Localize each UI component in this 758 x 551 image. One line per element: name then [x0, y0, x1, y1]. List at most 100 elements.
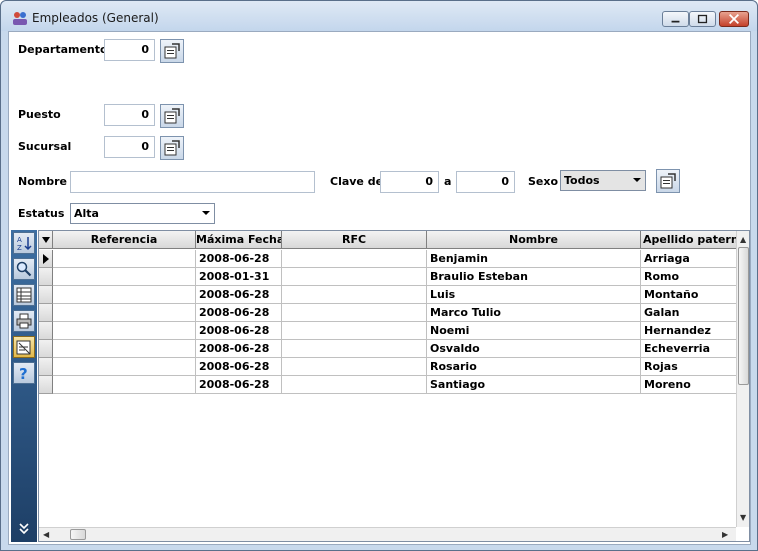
maximize-button[interactable] — [689, 11, 716, 27]
cell-rfc[interactable] — [282, 340, 427, 358]
cell-nombre[interactable]: Rosario — [427, 358, 641, 376]
cell-nombre[interactable]: Luis — [427, 286, 641, 304]
column-header-fecha[interactable]: Máxima Fecha — [196, 231, 282, 249]
cell-rfc[interactable] — [282, 304, 427, 322]
cell-fecha[interactable]: 2008-06-28 — [196, 250, 282, 268]
row-indicator[interactable] — [39, 268, 53, 286]
cell-fecha[interactable]: 2008-06-28 — [196, 322, 282, 340]
row-indicator[interactable] — [39, 340, 53, 358]
cell-nombre[interactable]: Marco Tulio — [427, 304, 641, 322]
vertical-scroll-thumb[interactable] — [738, 247, 749, 385]
row-indicator[interactable] — [39, 322, 53, 340]
table-row[interactable]: 2008-01-31 Braulio Esteban Romo — [53, 268, 739, 286]
puesto-lookup-button[interactable] — [160, 104, 184, 128]
cell-rfc[interactable] — [282, 376, 427, 394]
cell-referencia[interactable] — [53, 376, 196, 394]
cell-referencia[interactable] — [53, 340, 196, 358]
cell-referencia[interactable] — [53, 304, 196, 322]
table-row[interactable]: 2008-06-28 Rosario Rojas — [53, 358, 739, 376]
column-header-nombre[interactable]: Nombre — [427, 231, 641, 249]
column-header-apellido[interactable]: Apellido paterno — [641, 231, 739, 249]
cell-rfc[interactable] — [282, 286, 427, 304]
estatus-select[interactable]: Alta — [70, 203, 215, 224]
nombre-input[interactable] — [70, 171, 315, 193]
scroll-down-icon[interactable]: ▼ — [740, 513, 746, 523]
cell-nombre[interactable]: Osvaldo — [427, 340, 641, 358]
clave-to-input[interactable]: 0 — [456, 171, 515, 193]
cell-fecha[interactable]: 2008-06-28 — [196, 358, 282, 376]
clave-from-input[interactable]: 0 — [380, 171, 439, 193]
table-row[interactable]: 2008-06-28 Noemi Hernandez — [53, 322, 739, 340]
cell-apellido[interactable]: Romo — [641, 268, 739, 286]
title-bar[interactable]: Empleados (General) — [1, 1, 757, 31]
cell-apellido[interactable]: Arriaga — [641, 250, 739, 268]
cell-apellido[interactable]: Echeverria — [641, 340, 739, 358]
cell-nombre[interactable]: Benjamin — [427, 250, 641, 268]
maximize-icon — [697, 14, 708, 24]
sucursal-lookup-button[interactable] — [160, 136, 184, 160]
cell-nombre[interactable]: Santiago — [427, 376, 641, 394]
cell-fecha[interactable]: 2008-06-28 — [196, 376, 282, 394]
cell-fecha[interactable]: 2008-06-28 — [196, 286, 282, 304]
cell-apellido[interactable]: Hernandez — [641, 322, 739, 340]
cell-apellido[interactable]: Galan — [641, 304, 739, 322]
sucursal-input[interactable]: 0 — [104, 136, 155, 158]
horizontal-scroll-thumb[interactable] — [70, 529, 86, 540]
cell-apellido[interactable]: Montaño — [641, 286, 739, 304]
cell-referencia[interactable] — [53, 250, 196, 268]
cell-referencia[interactable] — [53, 358, 196, 376]
cell-apellido[interactable]: Rojas — [641, 358, 739, 376]
search-icon — [16, 261, 32, 277]
vertical-scrollbar[interactable]: ▲ ▼ — [736, 231, 749, 527]
print-button[interactable] — [13, 310, 35, 332]
table-row[interactable]: 2008-06-28 Marco Tulio Galan — [53, 304, 739, 322]
scroll-right-icon[interactable]: ▶ — [722, 530, 728, 540]
cell-referencia[interactable] — [53, 268, 196, 286]
cell-fecha[interactable]: 2008-06-28 — [196, 340, 282, 358]
departamento-lookup-button[interactable] — [160, 39, 184, 63]
cell-rfc[interactable] — [282, 358, 427, 376]
print-icon — [16, 313, 32, 329]
cell-rfc[interactable] — [282, 322, 427, 340]
departamento-input[interactable]: 0 — [104, 39, 155, 61]
cell-referencia[interactable] — [53, 322, 196, 340]
close-button[interactable] — [719, 11, 749, 27]
lookup-icon — [660, 173, 676, 189]
header-row-indicator[interactable] — [39, 231, 53, 249]
minimize-button[interactable] — [662, 11, 689, 27]
cell-nombre[interactable]: Noemi — [427, 322, 641, 340]
employees-window: Empleados (General) Departamento 0 Puest… — [0, 0, 758, 551]
cell-nombre[interactable]: Braulio Esteban — [427, 268, 641, 286]
cell-referencia[interactable] — [53, 286, 196, 304]
column-header-rfc[interactable]: RFC — [282, 231, 427, 249]
cell-fecha[interactable]: 2008-01-31 — [196, 268, 282, 286]
cell-rfc[interactable] — [282, 250, 427, 268]
search-button[interactable] — [13, 258, 35, 280]
row-indicator[interactable] — [39, 358, 53, 376]
expand-icon[interactable] — [18, 522, 30, 536]
row-indicator[interactable] — [39, 250, 53, 268]
puesto-input[interactable]: 0 — [104, 104, 155, 126]
row-indicator[interactable] — [39, 376, 53, 394]
dropdown-arrow-icon — [41, 237, 50, 243]
current-row-icon — [43, 254, 49, 264]
cell-apellido[interactable]: Moreno — [641, 376, 739, 394]
table-row[interactable]: 2008-06-28 Luis Montaño — [53, 286, 739, 304]
help-button[interactable]: ? — [13, 362, 35, 384]
edit-button[interactable] — [13, 336, 35, 358]
table-row[interactable]: 2008-06-28 Osvaldo Echeverria — [53, 340, 739, 358]
sort-button[interactable]: AZ — [13, 232, 35, 254]
apply-filter-button[interactable] — [656, 169, 680, 193]
row-indicator[interactable] — [39, 304, 53, 322]
table-row[interactable]: 2008-06-28 Benjamin Arriaga — [53, 250, 739, 268]
cell-rfc[interactable] — [282, 268, 427, 286]
table-view-button[interactable] — [13, 284, 35, 306]
horizontal-scrollbar[interactable]: ◀ ▶ — [39, 527, 736, 541]
scroll-up-icon[interactable]: ▲ — [740, 235, 746, 245]
cell-fecha[interactable]: 2008-06-28 — [196, 304, 282, 322]
table-row[interactable]: 2008-06-28 Santiago Moreno — [53, 376, 739, 394]
sexo-select[interactable]: Todos — [560, 170, 646, 191]
column-header-referencia[interactable]: Referencia — [53, 231, 196, 249]
row-indicator[interactable] — [39, 286, 53, 304]
scroll-left-icon[interactable]: ◀ — [43, 530, 49, 540]
